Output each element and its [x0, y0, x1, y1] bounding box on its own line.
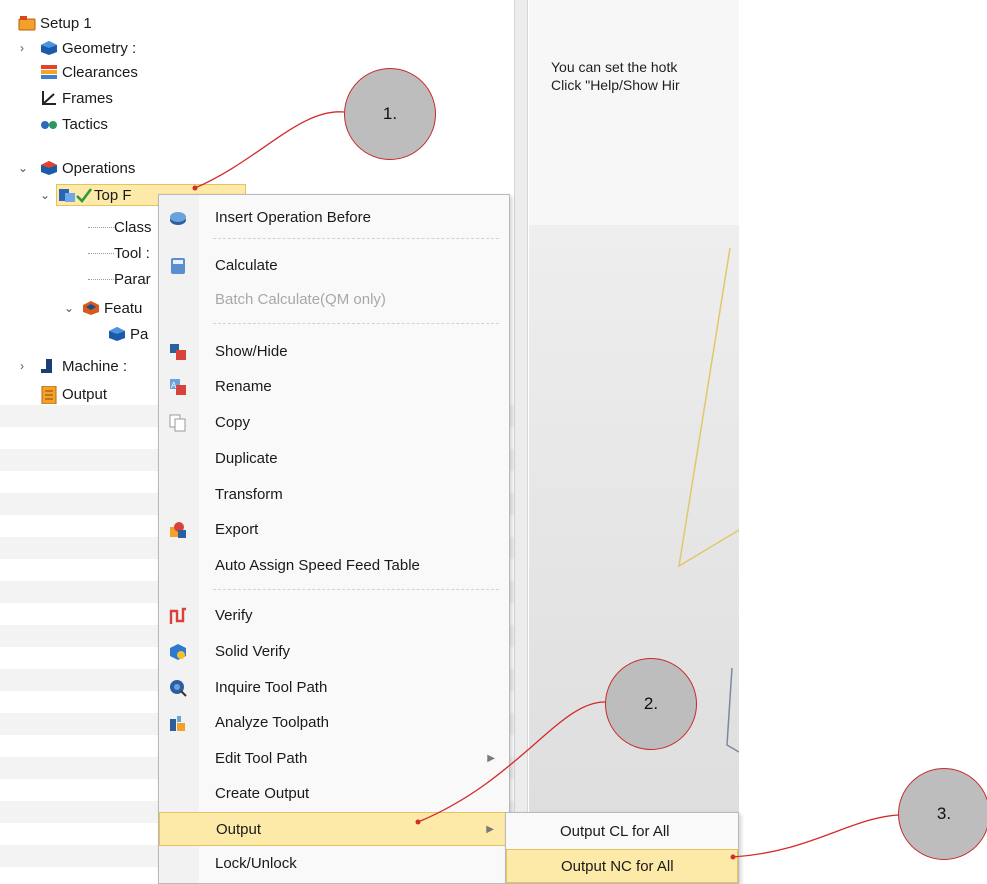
callout-1: 1. — [344, 68, 436, 160]
callout-2: 2. — [605, 658, 697, 750]
callout-connector-lines — [192, 111, 899, 860]
callout-3: 3. — [898, 768, 987, 860]
